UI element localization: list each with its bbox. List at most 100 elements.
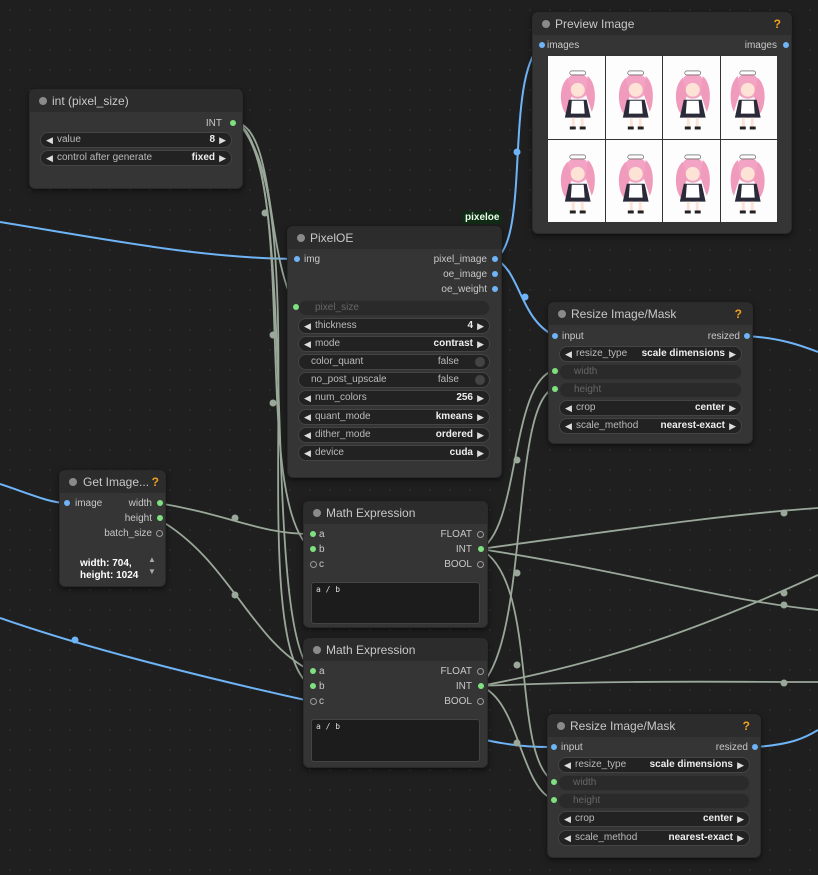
- help-icon[interactable]: ?: [152, 471, 159, 493]
- prev-arrow-icon[interactable]: ◀: [564, 812, 571, 826]
- dither-mode-widget[interactable]: ◀ dither_mode ordered ▶: [298, 427, 490, 443]
- node-title-bar[interactable]: Preview Image ?: [533, 13, 791, 35]
- input-socket-icon[interactable]: [310, 546, 316, 552]
- output-socket-icon[interactable]: [752, 744, 758, 750]
- input-socket-icon[interactable]: [310, 668, 316, 674]
- num-colors-widget[interactable]: ◀ num_colors 256 ▶: [298, 390, 490, 406]
- toggle-knob-icon[interactable]: [475, 357, 485, 367]
- next-arrow-icon[interactable]: ▶: [729, 401, 736, 415]
- resize-image-mask-node-2[interactable]: Resize Image/Mask ? input resized ◀ resi…: [547, 714, 761, 858]
- collapse-dot-icon[interactable]: [69, 478, 77, 486]
- next-arrow-icon[interactable]: ▶: [477, 337, 484, 351]
- output-socket-icon[interactable]: [477, 668, 484, 675]
- slot-row-b[interactable]: b INT: [304, 679, 487, 694]
- preview-thumbnail[interactable]: [719, 55, 777, 139]
- size-stepper[interactable]: ▲ ▼: [148, 555, 156, 576]
- output-socket-icon[interactable]: [492, 286, 498, 292]
- node-title-bar[interactable]: int (pixel_size): [30, 90, 242, 112]
- width-converted-input[interactable]: width: [552, 364, 742, 380]
- scale-method-widget[interactable]: ◀ scale_method nearest-exact ▶: [559, 418, 742, 434]
- no-post-upscale-toggle[interactable]: no_post_upscale false: [298, 372, 490, 388]
- prev-arrow-icon[interactable]: ◀: [304, 337, 311, 351]
- help-icon[interactable]: ?: [774, 13, 781, 35]
- input-socket-icon[interactable]: [310, 531, 316, 537]
- output-socket-icon[interactable]: [477, 561, 484, 568]
- color-quant-toggle[interactable]: color_quant false: [298, 354, 490, 370]
- input-socket-icon[interactable]: [64, 500, 70, 506]
- value-widget[interactable]: ◀ value 8 ▶: [40, 132, 232, 148]
- batch-size-output-slot[interactable]: batch_size: [60, 526, 165, 541]
- output-socket-icon[interactable]: [744, 333, 750, 339]
- slot-row-a[interactable]: a FLOAT: [304, 664, 487, 679]
- input-socket-icon[interactable]: [293, 304, 299, 310]
- slot-row-c[interactable]: c BOOL: [304, 694, 487, 709]
- node-title-bar[interactable]: Resize Image/Mask ?: [549, 303, 752, 325]
- width-converted-input[interactable]: width: [551, 775, 750, 791]
- preview-thumbnail[interactable]: [662, 55, 720, 139]
- prev-arrow-icon[interactable]: ◀: [564, 831, 571, 845]
- node-title-bar[interactable]: Math Expression: [304, 502, 487, 524]
- output-socket-icon[interactable]: [492, 271, 498, 277]
- output-socket-icon[interactable]: [783, 42, 789, 48]
- node-title-bar[interactable]: Get Image... ?: [60, 471, 165, 493]
- device-widget[interactable]: ◀ device cuda ▶: [298, 445, 490, 461]
- next-arrow-icon[interactable]: ▶: [737, 758, 744, 772]
- prev-arrow-icon[interactable]: ◀: [564, 758, 571, 772]
- collapse-dot-icon[interactable]: [557, 722, 565, 730]
- image-input-slot[interactable]: image width: [60, 496, 165, 511]
- output-socket-icon[interactable]: [478, 546, 484, 552]
- output-slot-int[interactable]: INT: [30, 116, 242, 131]
- input-socket-icon[interactable]: [539, 42, 545, 48]
- oe-image-output-slot[interactable]: oe_image: [288, 267, 501, 282]
- get-image-size-node[interactable]: Get Image... ? image width height batch_…: [59, 470, 166, 587]
- quant-mode-widget[interactable]: ◀ quant_mode kmeans ▶: [298, 409, 490, 425]
- output-socket-icon[interactable]: [477, 698, 484, 705]
- preview-image-grid[interactable]: [547, 55, 777, 222]
- prev-arrow-icon[interactable]: ◀: [304, 446, 311, 460]
- preview-thumbnail[interactable]: [719, 138, 777, 222]
- input-socket-icon[interactable]: [310, 698, 317, 705]
- pixel-size-converted-input[interactable]: pixel_size: [293, 300, 490, 316]
- input-socket-icon[interactable]: [552, 333, 558, 339]
- collapse-dot-icon[interactable]: [313, 646, 321, 654]
- next-arrow-icon[interactable]: ▶: [737, 831, 744, 845]
- preview-image-node[interactable]: Preview Image ? images images: [532, 12, 792, 234]
- height-converted-input[interactable]: height: [551, 793, 750, 809]
- input-socket-icon[interactable]: [552, 368, 558, 374]
- output-socket-icon[interactable]: [156, 530, 163, 537]
- collapse-dot-icon[interactable]: [39, 97, 47, 105]
- next-arrow-icon[interactable]: ▶: [729, 347, 736, 361]
- increment-arrow-icon[interactable]: ▶: [477, 319, 484, 333]
- resize-type-widget[interactable]: ◀ resize_type scale dimensions ▶: [559, 346, 742, 362]
- stepper-down-icon[interactable]: ▼: [148, 567, 156, 576]
- input-slot[interactable]: input resized: [548, 740, 760, 755]
- control-after-generate-widget[interactable]: ◀ control after generate fixed ▶: [40, 150, 232, 166]
- img-input-slot[interactable]: img pixel_image: [288, 252, 501, 267]
- resize-image-mask-node-1[interactable]: Resize Image/Mask ? input resized ◀ resi…: [548, 302, 753, 444]
- math-expression-node-1[interactable]: Math Expression a FLOAT b INT c BOOL a /…: [303, 501, 488, 628]
- preview-thumbnail[interactable]: [662, 138, 720, 222]
- scale-method-widget[interactable]: ◀ scale_method nearest-exact ▶: [558, 830, 750, 846]
- output-socket-icon[interactable]: [492, 256, 498, 262]
- slot-row-b[interactable]: b INT: [304, 542, 487, 557]
- preview-thumbnail[interactable]: [604, 138, 662, 222]
- toggle-knob-icon[interactable]: [475, 375, 485, 385]
- int-pixel-size-node[interactable]: int (pixel_size) INT ◀ value 8 ▶ ◀ contr…: [29, 89, 243, 189]
- prev-arrow-icon[interactable]: ◀: [565, 347, 572, 361]
- expression-textarea[interactable]: a / b: [311, 719, 480, 762]
- increment-arrow-icon[interactable]: ▶: [219, 133, 226, 147]
- height-output-slot[interactable]: height: [60, 511, 165, 526]
- input-socket-icon[interactable]: [551, 779, 557, 785]
- crop-widget[interactable]: ◀ crop center ▶: [559, 400, 742, 416]
- node-title-bar[interactable]: Math Expression: [304, 639, 487, 661]
- prev-arrow-icon[interactable]: ◀: [304, 428, 311, 442]
- input-socket-icon[interactable]: [310, 561, 317, 568]
- math-expression-node-2[interactable]: Math Expression a FLOAT b INT c BOOL a /…: [303, 638, 488, 768]
- preview-thumbnail[interactable]: [547, 138, 605, 222]
- mode-widget[interactable]: ◀ mode contrast ▶: [298, 336, 490, 352]
- output-socket-icon[interactable]: [478, 683, 484, 689]
- stepper-up-icon[interactable]: ▲: [148, 555, 156, 564]
- decrement-arrow-icon[interactable]: ◀: [46, 133, 53, 147]
- preview-thumbnail[interactable]: [547, 55, 605, 139]
- resize-type-widget[interactable]: ◀ resize_type scale dimensions ▶: [558, 757, 750, 773]
